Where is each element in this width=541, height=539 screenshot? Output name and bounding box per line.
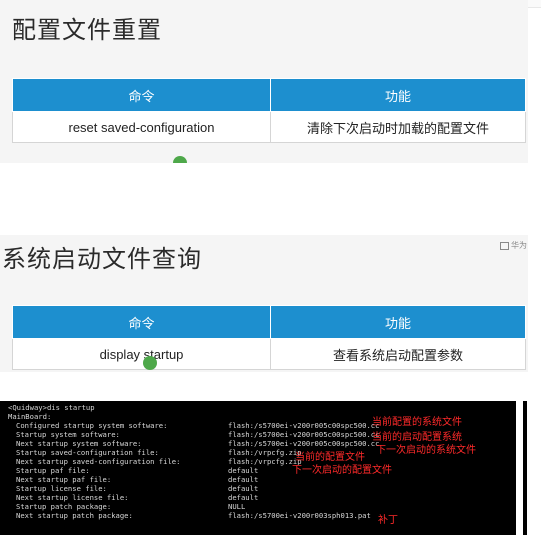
function-cell: 查看系统启动配置参数 bbox=[270, 338, 526, 370]
terminal-value: flash:/vrpcfg.zip bbox=[228, 457, 302, 466]
corner-label-text: 华为 bbox=[511, 241, 527, 250]
pointer-dot bbox=[143, 356, 157, 370]
slide-title: 配置文件重置 bbox=[12, 16, 162, 44]
terminal-value: default bbox=[228, 493, 259, 502]
terminal-key: Next startup patch package: bbox=[16, 511, 133, 520]
terminal-value: default bbox=[228, 484, 259, 493]
terminal-section: MainBoard: bbox=[8, 412, 52, 421]
terminal-line: Next startup patch package: flash:/s5700e… bbox=[16, 511, 371, 520]
header-function: 功能 bbox=[270, 78, 526, 112]
corner-label: 华为 bbox=[500, 240, 527, 251]
annotation-current-software: 当前配置的系统文件 bbox=[372, 417, 462, 428]
terminal-key: Startup license file: bbox=[16, 484, 107, 493]
terminal-line: Startup system software: flash:/s5700ei-v… bbox=[16, 430, 379, 439]
terminal-line: Startup license file: default bbox=[16, 484, 258, 493]
terminal-key: Startup saved-configuration file: bbox=[16, 448, 159, 457]
terminal-key: Startup system software: bbox=[16, 430, 120, 439]
header-function: 功能 bbox=[270, 305, 526, 339]
terminal-value: flash:/s5700ei-v200r005c00spc500.cc bbox=[228, 430, 380, 439]
function-cell: 清除下次启动时加载的配置文件 bbox=[270, 111, 526, 143]
annotation-next-software: 下一次启动的系统文件 bbox=[376, 445, 476, 456]
slide-startup-query: 系统启动文件查询 命令 功能 display startup 查看系统启动配置参… bbox=[0, 235, 528, 372]
terminal-line: Startup paf file: default bbox=[16, 466, 258, 475]
terminal-key: Startup paf file: bbox=[16, 466, 90, 475]
annotation-patch: 补丁 bbox=[378, 515, 398, 526]
terminal-line: Next startup saved-configuration file: fl… bbox=[16, 457, 302, 466]
terminal-value: flash:/s5700ei-v200r003sph013.pat bbox=[228, 511, 371, 520]
terminal-line: Next startup license file: default bbox=[16, 493, 258, 502]
header-command: 命令 bbox=[12, 305, 271, 339]
terminal-key: Next startup paf file: bbox=[16, 475, 112, 484]
terminal-line: Next startup paf file: default bbox=[16, 475, 258, 484]
terminal-value: NULL bbox=[228, 502, 246, 511]
slide-config-reset: 配置文件重置 命令 功能 reset saved-configuration 清… bbox=[0, 0, 528, 163]
command-cell: reset saved-configuration bbox=[12, 111, 271, 143]
terminal-key: Startup patch package: bbox=[16, 502, 112, 511]
command-cell: display startup bbox=[12, 338, 271, 370]
terminal-value: default bbox=[228, 466, 259, 475]
terminal-key: Configured startup system software: bbox=[16, 421, 168, 430]
command-table: 命令 功能 display startup 查看系统启动配置参数 bbox=[12, 305, 526, 370]
terminal-line: Next startup system software: flash:/s570… bbox=[16, 439, 379, 448]
terminal-output: <Quidway>dis startup MainBoard: Configur… bbox=[0, 401, 516, 535]
annotation-current-config: 当前的配置文件 bbox=[295, 452, 365, 463]
pointer-dot bbox=[173, 156, 187, 163]
terminal-value: flash:/s5700ei-v200r005c00spc500.cc bbox=[228, 421, 380, 430]
terminal-value: flash:/vrpcfg.zip bbox=[228, 448, 302, 457]
table-row: display startup 查看系统启动配置参数 bbox=[12, 338, 526, 370]
annotation-current-startup: 当前的启动配置系统 bbox=[372, 432, 462, 443]
terminal-value: flash:/s5700ei-v200r005c00spc500.cc bbox=[228, 439, 380, 448]
terminal-key: Next startup system software: bbox=[16, 439, 142, 448]
terminal-key: Next startup license file: bbox=[16, 493, 129, 502]
window-icon bbox=[500, 241, 509, 250]
table-row: reset saved-configuration 清除下次启动时加载的配置文件 bbox=[12, 111, 526, 143]
command-table: 命令 功能 reset saved-configuration 清除下次启动时加… bbox=[12, 78, 526, 143]
annotation-next-config: 下一次启动的配置文件 bbox=[292, 465, 392, 476]
header-command: 命令 bbox=[12, 78, 271, 112]
terminal-line: Configured startup system software: flash… bbox=[16, 421, 379, 430]
terminal-line: Startup saved-configuration file: flash:/… bbox=[16, 448, 302, 457]
terminal-line: Startup patch package: NULL bbox=[16, 502, 245, 511]
terminal-side-bar bbox=[523, 401, 527, 535]
terminal-prompt: <Quidway>dis startup bbox=[8, 403, 95, 412]
terminal-value: default bbox=[228, 475, 259, 484]
slide-title: 系统启动文件查询 bbox=[2, 245, 202, 273]
terminal-key: Next startup saved-configuration file: bbox=[16, 457, 181, 466]
